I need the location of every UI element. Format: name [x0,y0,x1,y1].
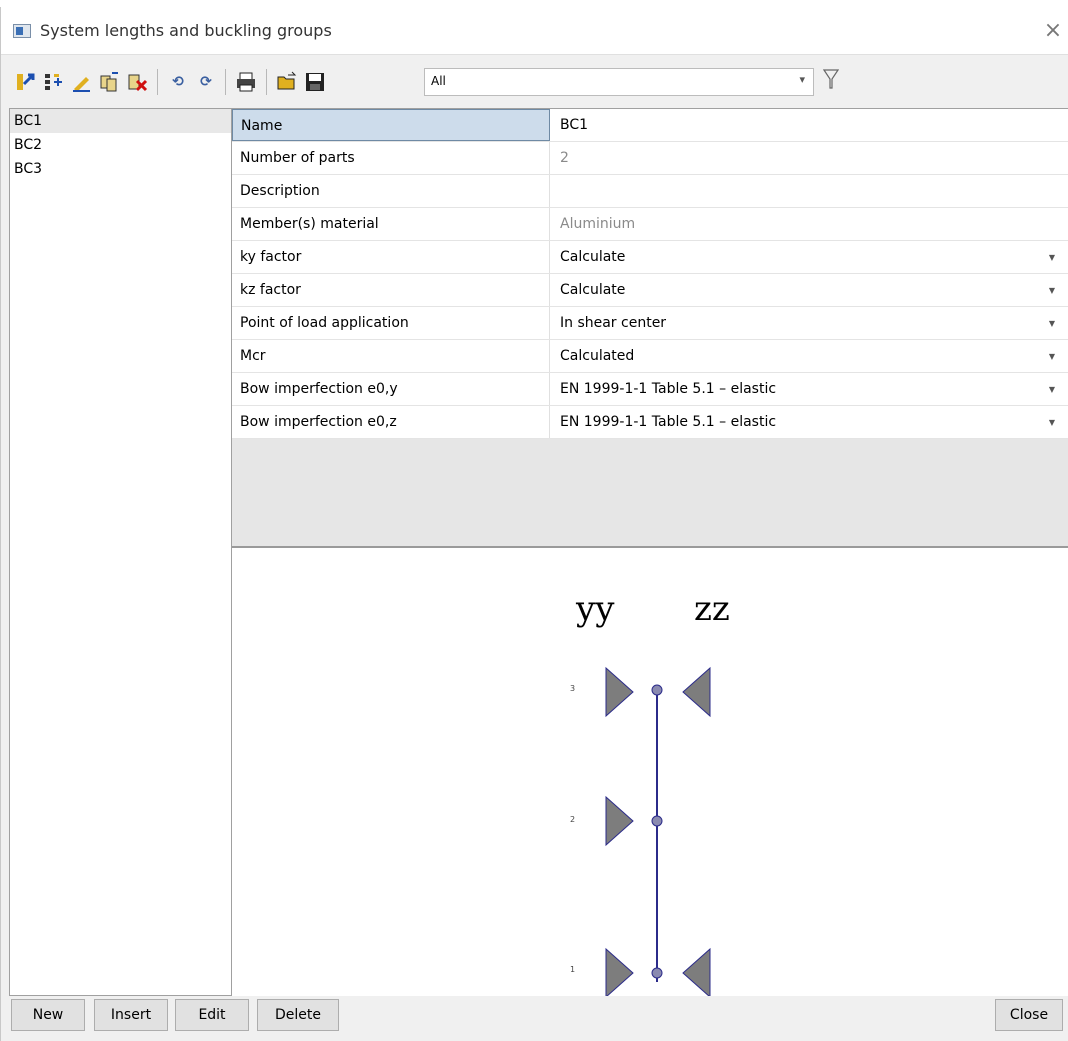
property-value: Aluminium [560,216,636,232]
buckling-diagram: yy zz 3 2 1 [232,548,1068,999]
property-row[interactable]: Name BC1 [232,109,1068,142]
chevron-down-icon[interactable]: ▼ [1049,374,1055,406]
toolbar-separator [266,69,267,95]
node-label: 3 [570,684,575,693]
list-item[interactable]: BC2 [10,133,231,157]
chevron-down-icon[interactable]: ▼ [1049,308,1055,340]
chevron-down-icon[interactable]: ▼ [1049,407,1055,439]
property-row[interactable]: Mcr Calculated ▼ [232,340,1068,373]
zz-label: zz [694,589,730,629]
print-icon[interactable] [234,70,258,94]
node-circle [651,815,663,827]
property-row[interactable]: Member(s) material Aluminium [232,208,1068,241]
yy-support-triangle [605,947,634,999]
button-bar: New Insert Edit Delete Close [1,996,1068,1041]
save-icon[interactable] [303,70,327,94]
property-value[interactable]: Calculated [550,340,1068,372]
property-value[interactable]: EN 1999-1-1 Table 5.1 – elastic [550,373,1068,405]
property-name: Description [232,175,550,207]
property-name: Name [232,109,550,141]
new-button[interactable]: New [11,999,85,1031]
buckling-diagram-svg: yy zz 3 2 1 [570,589,730,999]
chevron-down-icon[interactable]: ▼ [1049,275,1055,307]
window-icon [13,24,31,38]
toolbar: ⟲ ⟳ All ▾ [1,54,1068,115]
property-row[interactable]: Number of parts 2 [232,142,1068,175]
node-circle [651,967,663,979]
property-row[interactable]: kz factor Calculate ▼ [232,274,1068,307]
property-name: Member(s) material [232,208,550,240]
title-bar: System lengths and buckling groups × [1,7,1068,54]
list-item[interactable]: BC3 [10,157,231,181]
filter-icon[interactable] [822,68,840,95]
filter-select[interactable]: All ▾ [424,68,814,96]
property-grid: Name BC1 Number of parts 2 Description M… [232,108,1068,548]
property-name: kz factor [232,274,550,306]
property-value[interactable]: Calculate [550,241,1068,273]
property-name: Number of parts [232,142,550,174]
property-value[interactable]: BC1 [550,109,1068,141]
toolbar-separator [157,69,158,95]
background-strip [0,0,1068,7]
group-list: BC1 BC2 BC3 [9,108,232,996]
yy-support-triangle [605,666,634,718]
toolbar-separator [225,69,226,95]
open-icon[interactable] [275,70,299,94]
close-window-button[interactable]: × [1038,16,1068,46]
redo-icon[interactable]: ⟳ [194,70,218,94]
close-button[interactable]: Close [995,999,1063,1031]
property-value[interactable]: EN 1999-1-1 Table 5.1 – elastic [550,406,1068,438]
dialog-window: System lengths and buckling groups × ⟲ ⟳ [0,7,1068,1041]
property-value: 2 [560,150,569,166]
property-row[interactable]: Bow imperfection e0,z EN 1999-1-1 Table … [232,406,1068,439]
edit-button[interactable]: Edit [175,999,249,1031]
delete-icon[interactable] [125,70,149,94]
node-label: 2 [570,815,575,824]
insert-button[interactable]: Insert [94,999,168,1031]
property-name: Bow imperfection e0,z [232,406,550,438]
new-record-icon[interactable] [13,70,37,94]
chevron-down-icon: ▾ [799,73,805,86]
property-value[interactable]: Calculate [550,274,1068,306]
filter-select-value: All [431,74,446,88]
yy-label: yy [575,589,615,629]
property-value[interactable]: In shear center [550,307,1068,339]
property-name: ky factor [232,241,550,273]
property-row[interactable]: Point of load application In shear cente… [232,307,1068,340]
property-name: Bow imperfection e0,y [232,373,550,405]
zz-support-triangle [682,666,711,718]
property-row[interactable]: ky factor Calculate ▼ [232,241,1068,274]
yy-support-triangle [605,795,634,847]
property-value[interactable] [550,175,1068,207]
property-name: Point of load application [232,307,550,339]
chevron-down-icon[interactable]: ▼ [1049,341,1055,373]
node-label: 1 [570,965,575,974]
property-row[interactable]: Bow imperfection e0,y EN 1999-1-1 Table … [232,373,1068,406]
chevron-down-icon[interactable]: ▼ [1049,242,1055,274]
copy-icon[interactable] [97,70,121,94]
zz-support-triangle [682,947,711,999]
reorder-icon[interactable] [41,70,65,94]
property-name: Mcr [232,340,550,372]
delete-button[interactable]: Delete [257,999,339,1031]
node-circle [651,684,663,696]
undo-icon[interactable]: ⟲ [166,70,190,94]
list-item[interactable]: BC1 [10,109,231,133]
window-title: System lengths and buckling groups [40,21,332,40]
edit-icon[interactable] [69,70,93,94]
property-row[interactable]: Description [232,175,1068,208]
